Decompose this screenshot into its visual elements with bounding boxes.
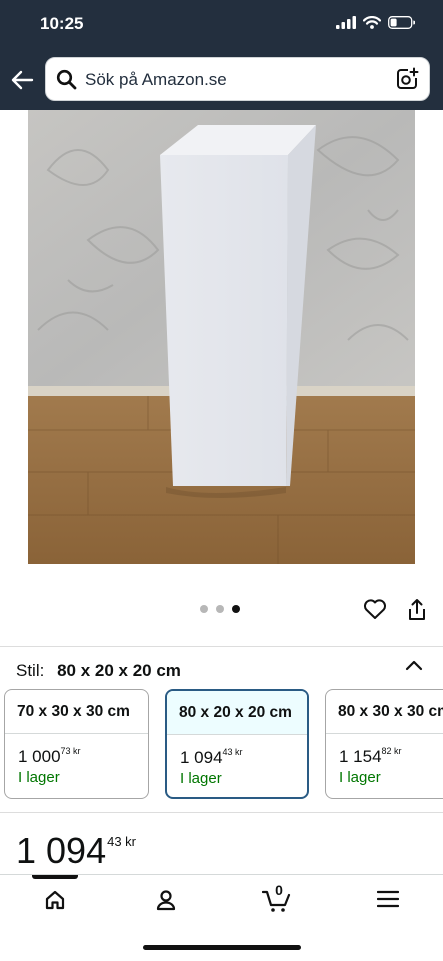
pagination-dot-active[interactable] xyxy=(232,605,240,613)
back-arrow-icon[interactable] xyxy=(10,67,36,93)
style-option-80x30x30[interactable]: 80 x 30 x 30 cm 1 15482 kr I lager xyxy=(325,689,443,799)
divider xyxy=(0,646,443,647)
pagination-dot[interactable] xyxy=(216,605,224,613)
option-title: 70 x 30 x 30 cm xyxy=(5,690,148,734)
option-price: 1 15482 kr xyxy=(339,746,402,767)
image-pagination xyxy=(200,605,240,613)
share-icon[interactable] xyxy=(406,598,428,622)
option-price-fraction: 73 kr xyxy=(60,746,81,756)
active-tab-indicator xyxy=(32,875,78,879)
wifi-icon xyxy=(363,16,381,29)
chevron-up-icon[interactable] xyxy=(405,658,423,672)
style-selected-value: 80 x 20 x 20 cm xyxy=(57,661,181,680)
cart-button[interactable]: 0 xyxy=(262,882,292,913)
option-availability: I lager xyxy=(18,769,60,786)
home-indicator xyxy=(143,945,301,950)
option-availability: I lager xyxy=(180,770,222,787)
home-icon[interactable] xyxy=(44,889,66,911)
battery-icon xyxy=(388,16,415,29)
menu-icon[interactable] xyxy=(377,889,399,909)
style-option-80x20x20-selected[interactable]: 80 x 20 x 20 cm 1 09443 kr I lager xyxy=(165,689,309,799)
user-icon[interactable] xyxy=(155,889,177,911)
option-price: 1 09443 kr xyxy=(180,747,243,768)
style-option-70x30x30[interactable]: 70 x 30 x 30 cm 1 00073 kr I lager xyxy=(4,689,149,799)
option-availability: I lager xyxy=(339,769,381,786)
signal-icon xyxy=(336,16,356,29)
option-price-fraction: 43 kr xyxy=(222,747,243,757)
option-price-main: 1 154 xyxy=(339,747,382,766)
style-heading: Stil: 80 x 20 x 20 cm xyxy=(16,661,181,681)
pagination-dot[interactable] xyxy=(200,605,208,613)
option-price-fraction: 82 kr xyxy=(381,746,402,756)
option-title: 80 x 30 x 30 cm xyxy=(326,690,443,734)
heart-icon[interactable] xyxy=(363,598,387,620)
camera-scan-icon[interactable] xyxy=(395,67,419,91)
option-title: 80 x 20 x 20 cm xyxy=(167,691,307,735)
search-placeholder: Sök på Amazon.se xyxy=(85,70,227,89)
option-price-main: 1 094 xyxy=(180,748,223,767)
status-icons xyxy=(336,16,415,29)
price-fraction: 43 kr xyxy=(107,834,136,849)
pedestal-photo xyxy=(28,110,415,564)
status-bar: 10:25 xyxy=(0,0,443,52)
divider xyxy=(0,812,443,813)
product-image[interactable] xyxy=(28,110,415,564)
product-price: 1 09443 kr xyxy=(16,830,136,872)
search-icon xyxy=(56,69,77,90)
style-label: Stil: xyxy=(16,661,45,680)
cart-icon xyxy=(262,890,291,912)
search-input[interactable]: Sök på Amazon.se xyxy=(45,57,430,101)
option-price-main: 1 000 xyxy=(18,747,61,766)
status-time: 10:25 xyxy=(40,14,84,33)
search-header: Sök på Amazon.se xyxy=(0,52,443,110)
price-main: 1 094 xyxy=(16,830,107,871)
option-price: 1 00073 kr xyxy=(18,746,81,767)
